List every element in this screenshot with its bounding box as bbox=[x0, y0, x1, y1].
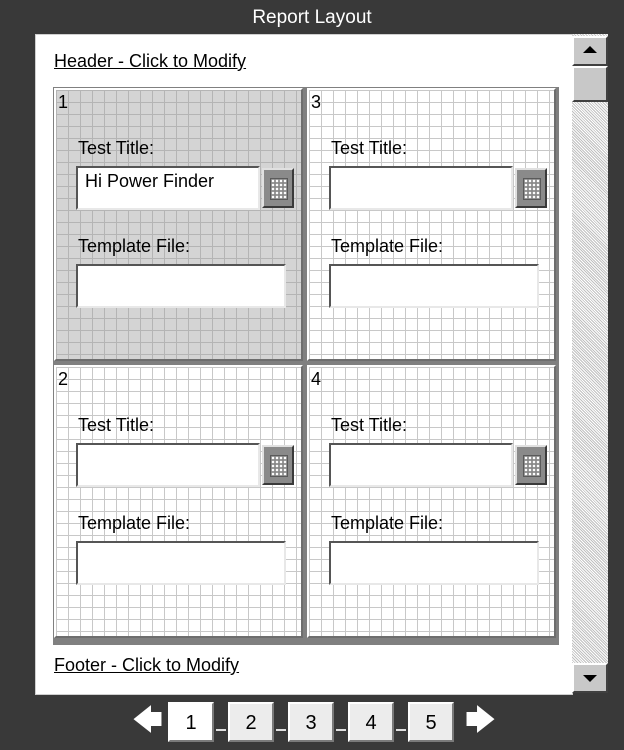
report-layout-panel: Header - Click to Modify 1 Test Title: H… bbox=[35, 34, 573, 695]
layout-grid: 1 Test Title: Hi Power Finder Template F… bbox=[53, 87, 559, 645]
template-file-input[interactable] bbox=[76, 264, 286, 308]
test-title-input[interactable] bbox=[329, 443, 513, 487]
grid-icon bbox=[523, 178, 541, 200]
test-picker-button[interactable] bbox=[515, 445, 547, 485]
page-separator bbox=[396, 729, 406, 731]
page-navigator: 🡄 1 2 3 4 5 🡆 bbox=[0, 698, 624, 750]
template-file-input[interactable] bbox=[76, 541, 286, 585]
template-file-label: Template File: bbox=[78, 236, 191, 256]
footer-modify-link[interactable]: Footer - Click to Modify bbox=[54, 655, 239, 676]
layout-cell-2[interactable]: 2 Test Title: Template File: bbox=[54, 365, 303, 638]
template-file-label: Template File: bbox=[331, 236, 444, 256]
cell-number: 3 bbox=[311, 92, 322, 112]
page-separator bbox=[276, 729, 286, 731]
header-modify-link[interactable]: Header - Click to Modify bbox=[54, 51, 246, 72]
page-separator bbox=[216, 729, 226, 731]
grid-icon bbox=[523, 455, 541, 477]
page-button-3[interactable]: 3 bbox=[288, 702, 334, 742]
cell-number: 2 bbox=[58, 369, 69, 389]
page-separator bbox=[336, 729, 346, 731]
right-arrow-icon[interactable]: 🡆 bbox=[465, 706, 496, 736]
cell-number: 4 bbox=[311, 369, 322, 389]
scroll-down-button[interactable] bbox=[572, 663, 608, 693]
grid-icon bbox=[270, 178, 288, 200]
test-title-input[interactable] bbox=[76, 443, 260, 487]
page-button-5[interactable]: 5 bbox=[408, 702, 454, 742]
page-button-4[interactable]: 4 bbox=[348, 702, 394, 742]
test-title-label: Test Title: bbox=[78, 415, 155, 435]
page-button-1[interactable]: 1 bbox=[168, 702, 214, 742]
test-picker-button[interactable] bbox=[515, 168, 547, 208]
scroll-thumb[interactable] bbox=[572, 66, 608, 102]
cell-number: 1 bbox=[58, 92, 69, 112]
test-picker-button[interactable] bbox=[262, 168, 294, 208]
template-file-label: Template File: bbox=[78, 513, 191, 533]
template-file-label: Template File: bbox=[331, 513, 444, 533]
vertical-scrollbar[interactable] bbox=[572, 34, 608, 693]
test-title-label: Test Title: bbox=[331, 415, 408, 435]
layout-cell-4[interactable]: 4 Test Title: Template File: bbox=[307, 365, 556, 638]
window-title: Report Layout bbox=[252, 7, 372, 28]
test-title-input[interactable] bbox=[329, 166, 513, 210]
page-button-2[interactable]: 2 bbox=[228, 702, 274, 742]
template-file-input[interactable] bbox=[329, 264, 539, 308]
template-file-input[interactable] bbox=[329, 541, 539, 585]
grid-icon bbox=[270, 455, 288, 477]
left-arrow-icon[interactable]: 🡄 bbox=[132, 706, 163, 736]
scroll-up-button[interactable] bbox=[572, 36, 608, 66]
test-title-label: Test Title: bbox=[78, 138, 155, 158]
test-title-label: Test Title: bbox=[331, 138, 408, 158]
test-title-input[interactable]: Hi Power Finder bbox=[76, 166, 260, 210]
arrow-up-icon bbox=[583, 46, 597, 53]
layout-cell-1[interactable]: 1 Test Title: Hi Power Finder Template F… bbox=[54, 88, 303, 361]
arrow-down-icon bbox=[583, 675, 597, 682]
test-picker-button[interactable] bbox=[262, 445, 294, 485]
layout-cell-3[interactable]: 3 Test Title: Template File: bbox=[307, 88, 556, 361]
